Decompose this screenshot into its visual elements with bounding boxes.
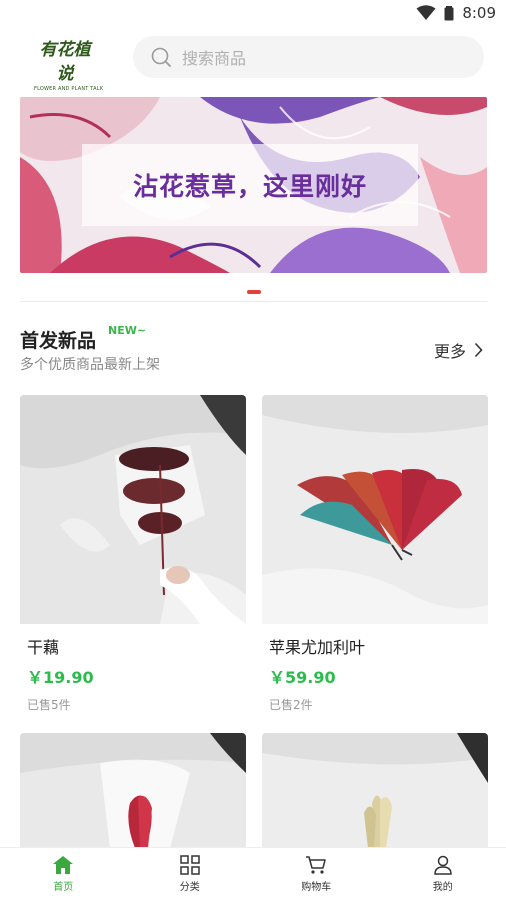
banner-caption-box: 沾花惹草，这里刚好 — [82, 144, 418, 226]
section-subtitle: 多个优质商品最新上架 — [20, 357, 160, 373]
tab-cart[interactable]: 购物车 — [253, 848, 380, 900]
product-card[interactable] — [20, 733, 246, 858]
header: 有花植说 FLOWER AND PLANT TALK 搜索商品 — [0, 30, 506, 92]
section-header: 首发新品 NEW~ 多个优质商品最新上架 更多 — [20, 322, 487, 378]
wifi-icon — [416, 5, 436, 20]
status-bar: 8:09 — [0, 0, 506, 26]
product-image — [20, 395, 246, 624]
tab-category[interactable]: 分类 — [127, 848, 254, 900]
divider — [20, 301, 487, 302]
home-icon — [53, 856, 74, 874]
tab-home[interactable]: 首页 — [0, 848, 127, 900]
status-time: 8:09 — [462, 4, 496, 22]
product-image — [262, 733, 488, 848]
product-name: 干藕 — [27, 638, 60, 657]
new-badge: NEW~ — [108, 324, 147, 337]
tab-cart-label: 购物车 — [301, 882, 332, 893]
logo: 有花植说 FLOWER AND PLANT TALK — [34, 38, 103, 92]
user-icon — [433, 855, 452, 875]
product-sold: 已售5件 — [27, 698, 71, 712]
banner-caption: 沾花惹草，这里刚好 — [132, 172, 367, 201]
product-card[interactable] — [262, 733, 488, 858]
search-bar[interactable]: 搜索商品 — [133, 36, 484, 78]
tab-mine-label: 我的 — [432, 882, 453, 893]
product-card[interactable]: 苹果尤加利叶 ￥59.90 已售2件 — [262, 395, 488, 713]
section-title: 首发新品 — [20, 330, 97, 352]
product-price: ￥19.90 — [27, 668, 94, 687]
logo-subtitle: FLOWER AND PLANT TALK — [34, 86, 104, 92]
product-sold: 已售2件 — [269, 698, 313, 712]
bottom-tab-bar: 首页 分类 购物车 我的 — [0, 847, 506, 900]
cart-icon — [306, 856, 326, 874]
product-image — [262, 395, 488, 624]
more-link[interactable]: 更多 — [434, 338, 483, 362]
product-price: ￥59.90 — [269, 668, 336, 687]
product-name: 苹果尤加利叶 — [269, 638, 366, 657]
tab-home-label: 首页 — [53, 882, 74, 893]
search-input[interactable]: 搜索商品 — [182, 45, 246, 69]
carousel-indicator — [247, 290, 261, 294]
search-icon — [151, 47, 171, 67]
grid-icon — [180, 855, 200, 875]
banner-carousel[interactable]: 沾花惹草，这里刚好 — [20, 97, 487, 273]
battery-icon — [444, 6, 454, 21]
tab-mine[interactable]: 我的 — [380, 848, 506, 900]
product-card[interactable]: 干藕 ￥19.90 已售5件 — [20, 395, 246, 713]
tab-category-label: 分类 — [179, 882, 200, 893]
chevron-right-icon — [474, 342, 483, 358]
product-image — [20, 733, 246, 848]
more-label: 更多 — [433, 342, 466, 361]
logo-text: 有花植说 — [39, 40, 91, 84]
